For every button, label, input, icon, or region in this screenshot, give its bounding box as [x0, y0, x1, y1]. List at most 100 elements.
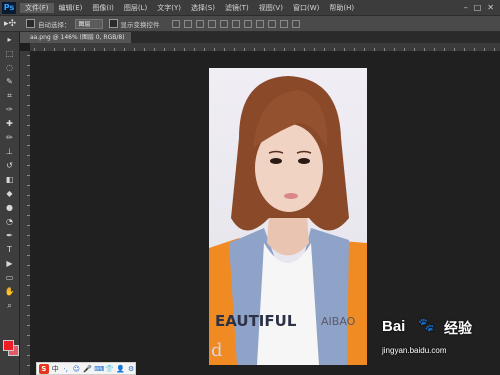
eraser-icon[interactable]: ◧: [3, 174, 17, 186]
menu-bar: Ps 文件(F) 编辑(E) 图像(I) 图层(L) 文字(Y) 选择(S) 滤…: [0, 0, 500, 15]
move-icon[interactable]: ▸: [3, 34, 17, 46]
menu-type[interactable]: 文字(Y): [152, 3, 186, 13]
skin-icon[interactable]: 👕: [105, 365, 114, 373]
ruler-tick: [27, 105, 30, 106]
ruler-tick: [54, 48, 55, 51]
healing-brush-icon[interactable]: ✚: [3, 118, 17, 130]
sogou-logo-icon[interactable]: S: [39, 363, 49, 374]
user-icon[interactable]: 👤: [116, 365, 125, 373]
menu-layer[interactable]: 图层(L): [119, 3, 152, 13]
ruler-tick: [27, 275, 30, 276]
ruler-tick: [314, 48, 315, 51]
distribute-vcenter-icon[interactable]: [255, 19, 264, 28]
menu-select[interactable]: 选择(S): [186, 3, 220, 13]
distribute-hcenter-icon[interactable]: [291, 19, 300, 28]
photo-corner-letter: d: [211, 340, 223, 361]
watermark-url: jingyan.baidu.com: [382, 346, 447, 355]
ruler-tick: [404, 48, 405, 51]
menu-help[interactable]: 帮助(H): [324, 3, 359, 13]
show-transform-checkbox[interactable]: [108, 19, 118, 28]
vertical-ruler[interactable]: [20, 51, 31, 375]
align-right-icon[interactable]: [231, 19, 240, 28]
shape-icon[interactable]: ▭: [3, 272, 17, 284]
emoji-icon[interactable]: ☺: [72, 365, 80, 373]
align-top-icon[interactable]: [171, 19, 180, 28]
history-brush-icon[interactable]: ↺: [3, 160, 17, 172]
distribute-left-icon[interactable]: [279, 19, 288, 28]
crop-icon[interactable]: ⌗: [3, 90, 17, 102]
paw-icon: 🐾: [418, 318, 435, 333]
ruler-tick: [27, 115, 30, 116]
ruler-tick: [364, 48, 365, 51]
ruler-tick: [414, 48, 415, 51]
ruler-tick: [334, 48, 335, 51]
ruler-tick: [64, 48, 65, 51]
photoshop-logo: Ps: [2, 1, 16, 14]
lasso-icon[interactable]: ◌: [3, 62, 17, 74]
align-left-icon[interactable]: [207, 19, 216, 28]
ime-language-toggle[interactable]: 中: [52, 364, 59, 374]
ruler-tick: [184, 48, 185, 51]
ruler-tick: [354, 48, 355, 51]
menu-file[interactable]: 文件(F): [20, 2, 54, 13]
distribute-top-icon[interactable]: [243, 19, 252, 28]
show-transform-label: 显示变换控件: [120, 20, 160, 29]
foreground-color-swatch[interactable]: [3, 340, 14, 351]
ruler-tick: [324, 48, 325, 51]
ruler-tick: [27, 305, 30, 306]
ruler-tick: [34, 48, 35, 51]
menu-view[interactable]: 视图(V): [254, 3, 288, 13]
align-vcenter-icon[interactable]: [183, 19, 192, 28]
quick-select-icon[interactable]: ✎: [3, 76, 17, 88]
align-bottom-icon[interactable]: [195, 19, 204, 28]
horizontal-ruler[interactable]: [30, 43, 500, 52]
auto-select-checkbox[interactable]: [26, 19, 35, 28]
document-image[interactable]: EAUTIFUL AIBAO d: [209, 68, 367, 365]
dodge-icon[interactable]: ◔: [3, 216, 17, 228]
punctuation-icon[interactable]: ·,: [62, 365, 70, 373]
ruler-tick: [27, 325, 30, 326]
align-hcenter-icon[interactable]: [219, 19, 228, 28]
move-tool-preset-icon[interactable]: ▸✣: [0, 19, 20, 29]
ruler-tick: [394, 48, 395, 51]
hand-icon[interactable]: ✋: [3, 286, 17, 298]
menu-edit[interactable]: 编辑(E): [54, 3, 88, 13]
ruler-tick: [27, 285, 30, 286]
ruler-tick: [27, 155, 30, 156]
eyedropper-icon[interactable]: ✑: [3, 104, 17, 116]
maximize-icon[interactable]: □: [474, 3, 482, 12]
shirt-text-right: AIBAO: [321, 315, 356, 328]
zoom-icon[interactable]: ⌕: [3, 300, 17, 312]
blur-icon[interactable]: ●: [3, 202, 17, 214]
ruler-tick: [27, 165, 30, 166]
brush-icon[interactable]: ✏: [3, 132, 17, 144]
marquee-icon[interactable]: ⬚: [3, 48, 17, 60]
ruler-tick: [484, 48, 485, 51]
menu-image[interactable]: 图像(I): [87, 3, 119, 13]
clone-stamp-icon[interactable]: ⊥: [3, 146, 17, 158]
microphone-icon[interactable]: 🎤: [83, 365, 92, 373]
paint-bucket-icon[interactable]: ◆: [3, 188, 17, 200]
path-select-icon[interactable]: ▶: [3, 258, 17, 270]
watermark-brand-zh: 经验: [444, 321, 472, 337]
document-tab[interactable]: aa.png @ 146% (图层 0, RGB/8): [20, 32, 131, 43]
ruler-tick: [134, 48, 135, 51]
settings-icon[interactable]: ⚙: [127, 365, 135, 373]
menu-window[interactable]: 窗口(W): [288, 3, 324, 13]
ruler-tick: [27, 365, 30, 366]
document-tab-bar: aa.png @ 146% (图层 0, RGB/8): [20, 32, 500, 43]
auto-select-dropdown[interactable]: 图层: [74, 18, 103, 29]
pen-icon[interactable]: ✒: [3, 230, 17, 242]
ruler-tick: [124, 48, 125, 51]
ime-toolbar: S 中 ·, ☺ 🎤 ⌨ 👕 👤 ⚙: [36, 362, 136, 375]
ruler-tick: [27, 255, 30, 256]
close-icon[interactable]: ✕: [487, 3, 494, 12]
menu-filter[interactable]: 滤镜(T): [220, 3, 254, 13]
minimize-icon[interactable]: –: [464, 3, 468, 12]
type-icon[interactable]: T: [3, 244, 17, 256]
distribute-bottom-icon[interactable]: [267, 19, 276, 28]
ruler-tick: [27, 185, 30, 186]
ruler-tick: [244, 48, 245, 51]
keyboard-icon[interactable]: ⌨: [94, 365, 104, 373]
ruler-tick: [74, 48, 75, 51]
